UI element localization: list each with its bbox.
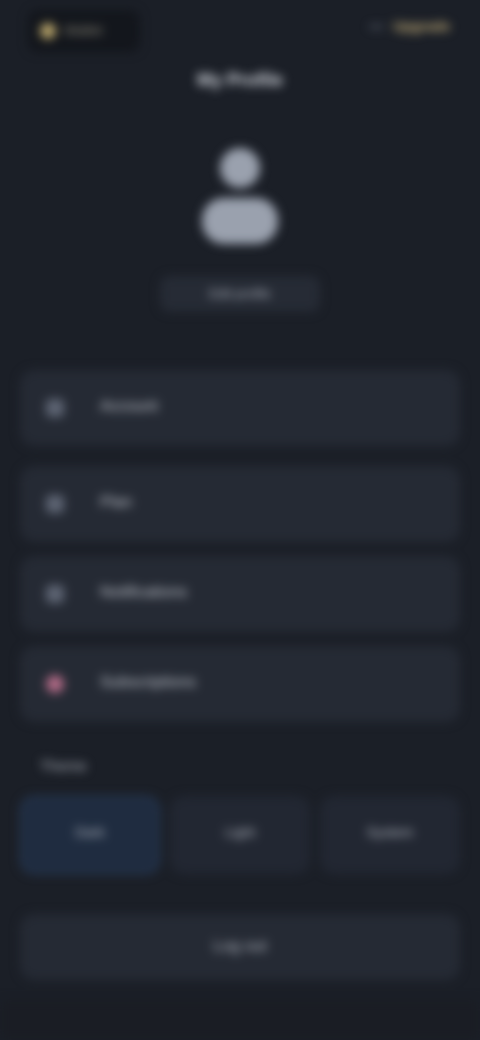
row-notifications[interactable]: Notifications xyxy=(20,556,460,632)
row-label: Subscriptions xyxy=(100,674,197,691)
card-icon xyxy=(46,495,64,513)
row-subscriptions[interactable]: Subscriptions xyxy=(20,646,460,722)
avatar-body-icon xyxy=(202,198,278,244)
avatar[interactable] xyxy=(200,140,280,250)
section-title: Theme xyxy=(40,758,87,775)
bell-icon xyxy=(46,585,64,603)
row-label: Notifications xyxy=(100,584,188,601)
heart-icon xyxy=(46,675,64,693)
top-right-actions: ••• Upgrade xyxy=(370,18,450,34)
tile-label: System xyxy=(366,824,414,840)
row-plan[interactable]: Plan xyxy=(20,466,460,542)
top-bar: Wallet ••• Upgrade xyxy=(0,0,480,64)
tile-light[interactable]: Light xyxy=(170,796,310,874)
row-label: Plan xyxy=(100,494,133,511)
more-icon[interactable]: ••• xyxy=(370,19,384,34)
avatar-head-icon xyxy=(220,148,260,188)
edit-profile-button[interactable]: Edit profile xyxy=(160,276,320,312)
brand-logo-icon xyxy=(40,23,56,39)
user-icon xyxy=(46,399,64,417)
brand-button[interactable]: Wallet xyxy=(28,10,140,52)
tile-system[interactable]: System xyxy=(320,796,460,874)
brand-label: Wallet xyxy=(64,22,103,38)
row-label: Account xyxy=(100,398,158,415)
upgrade-button[interactable]: Upgrade xyxy=(393,18,450,34)
tile-dark[interactable]: Dark xyxy=(20,796,160,874)
tile-label: Dark xyxy=(75,824,105,840)
logout-button[interactable]: Log out xyxy=(20,914,460,980)
tile-label: Light xyxy=(224,824,256,840)
bottom-area xyxy=(0,1000,480,1040)
page-title: My Profile xyxy=(196,70,284,90)
row-account[interactable]: Account xyxy=(20,370,460,446)
